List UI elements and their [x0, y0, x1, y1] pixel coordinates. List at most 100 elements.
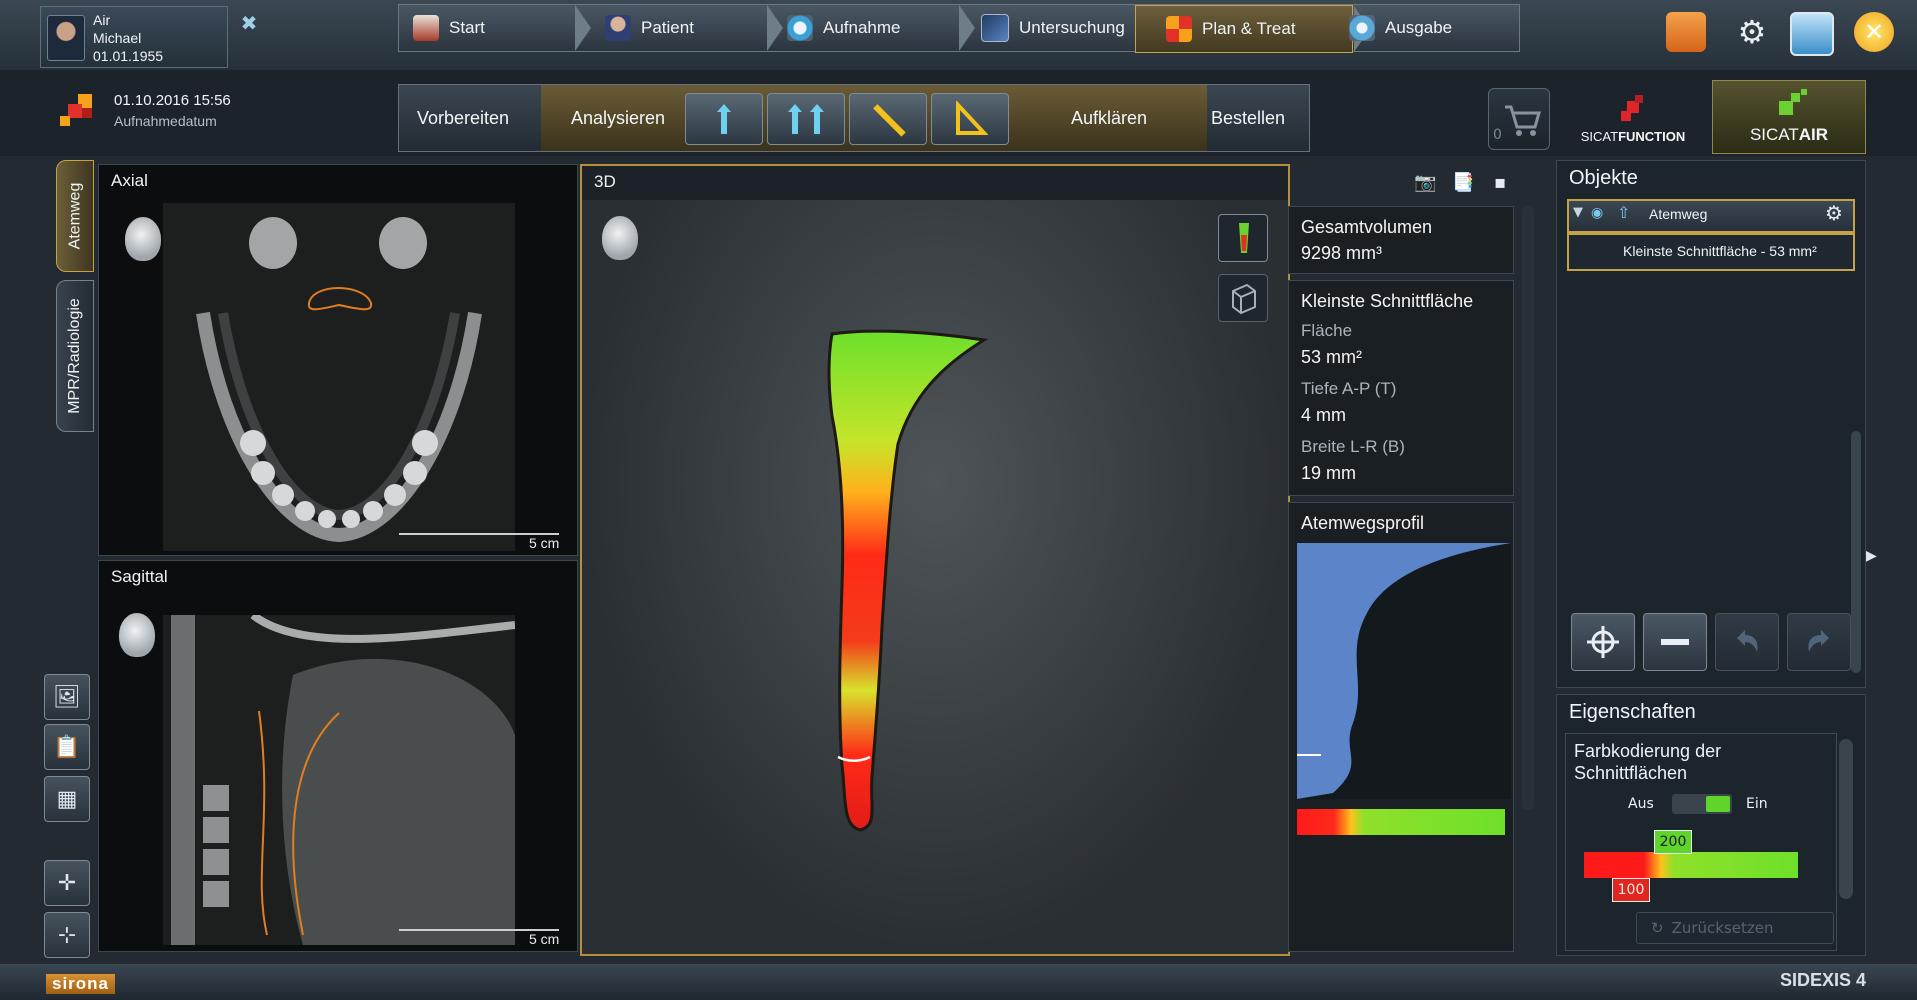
sicat-air-prefix: SICAT — [1749, 125, 1799, 144]
head-orientation-icon[interactable] — [602, 216, 638, 260]
patient-card[interactable]: Air Michael 01.01.1955 ✖ — [40, 6, 257, 68]
workflow-step-bestellen[interactable]: Bestellen — [1197, 85, 1321, 151]
export-image-button[interactable]: 🖼 — [44, 674, 90, 720]
color-legend-bar — [1297, 809, 1505, 835]
nav-tab-plan-treat[interactable]: Plan & Treat — [1135, 5, 1370, 53]
axial-title: Axial — [111, 171, 148, 190]
crosshair-button[interactable]: ✛ — [44, 860, 90, 906]
axial-scale-label: 5 cm — [529, 535, 560, 551]
layout-icon: ▦ — [56, 786, 78, 812]
double-airway-icon — [788, 104, 824, 134]
workflow-step-label: Aufklären — [1071, 107, 1148, 128]
nav-tab-patient[interactable]: Patient — [605, 5, 783, 51]
acquisition-datetime: 01.10.2016 15:56 — [114, 92, 231, 109]
toggle-on-label: Ein — [1746, 796, 1768, 812]
color-coding-toggle[interactable] — [1672, 794, 1732, 814]
sagittal-view[interactable]: Sagittal 5 cm — [98, 560, 578, 952]
3d-view[interactable]: 3D 📷 📑 ▪ Gesamtvolumen 9298 mm³ Kleinste… — [580, 164, 1534, 956]
workflow-step-aufklaeren[interactable]: Aufklären — [1053, 85, 1191, 151]
measure-angle-button[interactable] — [931, 93, 1009, 145]
sicat-function-tab[interactable]: SICATFUNCTION — [1558, 80, 1708, 152]
maximize-icon[interactable]: ▪ — [1494, 172, 1506, 193]
patient-first-name: Michael — [93, 30, 142, 46]
properties-scrollbar[interactable] — [1839, 739, 1853, 899]
crosshair-reset-button[interactable]: ⊹ — [44, 912, 90, 958]
sicat-function-label: SICATFUNCTION — [1581, 129, 1686, 152]
expand-chevron-icon[interactable]: ▼ — [1573, 205, 1583, 220]
sicat-air-tab[interactable]: SICATAIR — [1712, 80, 1866, 154]
3d-title: 3D — [594, 172, 616, 191]
threshold-high-handle[interactable]: 200 — [1654, 830, 1692, 854]
minus-icon — [1661, 639, 1689, 645]
close-patient-icon[interactable]: ✖ — [239, 13, 259, 33]
tab-mpr-radiologie[interactable]: MPR/Radiologie — [56, 280, 94, 432]
workflow-step-vorbereiten[interactable]: Vorbereiten — [417, 85, 537, 151]
redo-button[interactable] — [1787, 613, 1851, 671]
head-orientation-icon[interactable] — [125, 217, 161, 261]
axial-ct-image — [163, 203, 515, 551]
cart-button[interactable]: 0 — [1488, 88, 1550, 150]
head-orientation-icon[interactable] — [119, 613, 155, 657]
3d-scrollbar[interactable] — [1522, 206, 1534, 810]
object-subitem-smallest-cross-section[interactable]: Kleinste Schnittfläche - 53 mm² — [1567, 233, 1855, 271]
total-volume-card: Gesamtvolumen 9298 mm³ — [1288, 206, 1514, 274]
acquisition-label: Aufnahmedatum — [114, 113, 217, 129]
3d-titlebar — [582, 166, 1288, 200]
area-label: Fläche — [1301, 321, 1353, 340]
toggle-off-label: Aus — [1628, 796, 1654, 812]
color-coding-label: Farbkodierung der Schnittflächen — [1574, 740, 1721, 784]
layout-button[interactable]: ▦ — [44, 776, 90, 822]
screenshot-icon[interactable]: 📷 — [1414, 172, 1436, 193]
threshold-color-bar — [1584, 852, 1798, 878]
airway-model-toggle[interactable] — [1218, 214, 1268, 262]
nav-tab-start[interactable]: Start — [413, 5, 591, 51]
workflow-step-label: Vorbereiten — [417, 107, 510, 128]
patient-avatar — [47, 15, 85, 61]
copy-report-button[interactable]: 📋 — [44, 724, 90, 770]
double-airway-tool-button[interactable] — [767, 93, 845, 145]
sicat-function-logo-icon — [1621, 95, 1643, 121]
airway-profile-chart — [1297, 543, 1511, 799]
report-export-icon[interactable]: 📑 — [1452, 172, 1474, 193]
objects-scrollbar[interactable] — [1851, 431, 1861, 673]
settings-gear-icon[interactable]: ⚙ — [1732, 12, 1772, 52]
nav-tab-aufnahme[interactable]: Aufnahme — [787, 5, 975, 51]
object-item-label: Atemweg — [1649, 206, 1708, 222]
nav-tab-untersuchung[interactable]: Untersuchung — [981, 5, 1169, 51]
workflow-step-label: Bestellen — [1211, 107, 1286, 128]
report-icon: 📋 — [53, 734, 81, 760]
threshold-low-handle[interactable]: 100 — [1612, 878, 1650, 902]
exit-icon[interactable]: ✕ — [1854, 12, 1894, 52]
undo-button[interactable] — [1715, 613, 1779, 671]
monitor-icon — [981, 14, 1009, 42]
measure-line-button[interactable] — [849, 93, 927, 145]
collapse-panel-arrow-icon[interactable]: ▶ — [1866, 548, 1878, 568]
focus-object-button[interactable] — [1571, 613, 1635, 671]
visibility-eye-icon[interactable]: ◉ — [1591, 205, 1603, 221]
window-icon[interactable] — [1790, 12, 1834, 56]
status-bar — [0, 964, 1917, 1000]
bounding-box-toggle[interactable] — [1218, 274, 1268, 322]
workflow-bar: Vorbereiten Analysieren Aufklären Bestel… — [398, 84, 1310, 152]
airway-tool-button[interactable] — [685, 93, 763, 145]
color-coding-label-line1: Farbkodierung der — [1574, 741, 1722, 761]
patient-info: Air Michael 01.01.1955 — [93, 11, 163, 65]
house-icon — [413, 15, 439, 41]
redo-icon — [1808, 630, 1829, 652]
nav-tab-ausgabe[interactable]: Ausgabe — [1349, 5, 1509, 51]
tab-atemweg[interactable]: Atemweg — [56, 160, 94, 272]
axial-view[interactable]: Axial 5 cm — [98, 164, 578, 556]
crosshair-target-icon — [1587, 626, 1619, 658]
acquisition-date-area: 01.10.2016 15:56 Aufnahmedatum — [58, 88, 308, 138]
patient-last-name: Air — [93, 12, 111, 28]
total-volume-value: 9298 mm³ — [1301, 243, 1383, 263]
book-icon[interactable] — [1666, 12, 1706, 52]
remove-object-button[interactable] — [1643, 613, 1707, 671]
acquisition-icon — [787, 15, 813, 41]
sicat-function-suffix: FUNCTION — [1618, 129, 1686, 144]
reset-button[interactable]: ↻ Zurücksetzen — [1636, 912, 1834, 944]
cube-icon — [1232, 283, 1256, 315]
sagittal-title: Sagittal — [111, 567, 168, 586]
object-settings-gear-icon[interactable]: ⚙ — [1825, 201, 1843, 225]
object-item-atemweg[interactable]: ▼ ◉ ⇧ Atemweg ⚙ — [1567, 199, 1855, 233]
